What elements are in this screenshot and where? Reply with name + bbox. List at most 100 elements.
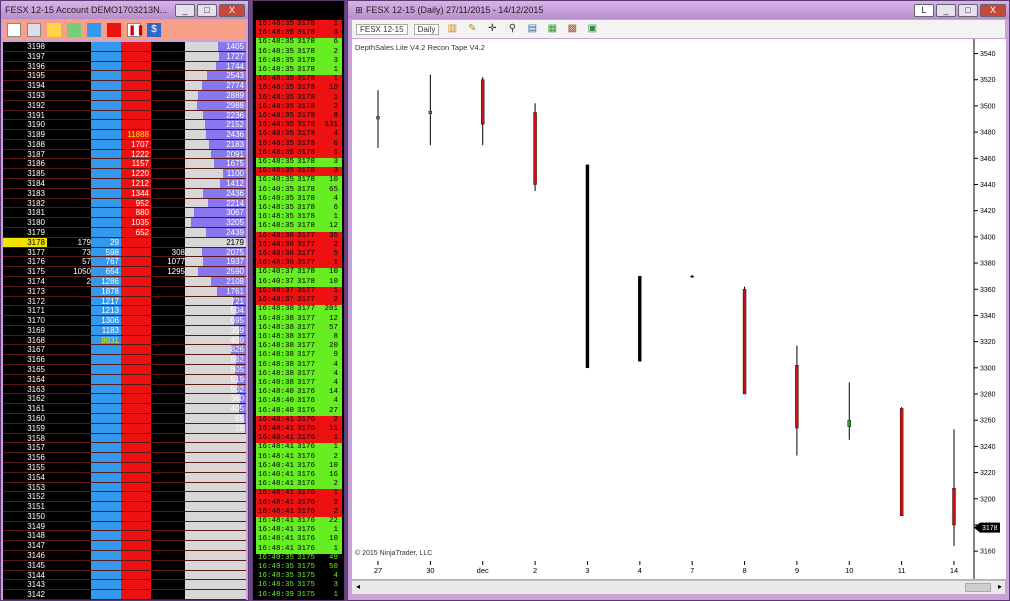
chart-titlebar[interactable]: ⊞ FESX 12-15 (Daily) 27/11/2015 - 14/12/… — [348, 1, 1009, 19]
ladder-row[interactable]: 3154 — [3, 472, 246, 483]
ladder-row[interactable]: 3149 — [3, 521, 246, 532]
dollar-icon[interactable]: $ — [147, 23, 161, 37]
tape-row: 16:48:38 3177 12 — [256, 314, 342, 324]
instrument-select[interactable]: FESX 12-15 — [356, 23, 408, 35]
ladder-row[interactable]: 3191 2236 — [3, 110, 246, 121]
data-box-icon[interactable]: ▣ — [585, 22, 599, 36]
ladder-row[interactable]: 3158 — [3, 433, 246, 444]
ladder-row[interactable]: 3182 952 2214 — [3, 198, 246, 209]
tape-time: 16:48:35 — [258, 29, 295, 38]
ladder-row[interactable]: 3196 1744 — [3, 61, 246, 72]
properties-icon[interactable]: ▤ — [525, 22, 539, 36]
ladder-row[interactable]: 3193 2889 — [3, 90, 246, 101]
ladder-row[interactable]: 3187 1222 2091 — [3, 149, 246, 160]
zoom-icon[interactable]: ⚲ — [505, 22, 519, 36]
ladder-row[interactable]: 3146 — [3, 551, 246, 561]
ladder-row[interactable]: 3170 1306 695 — [3, 316, 246, 326]
copyright-label: © 2015 NinjaTrader, LLC — [355, 550, 433, 557]
ladder-row[interactable]: 3151 — [3, 502, 246, 512]
time-and-sales-list[interactable]: 16:48:35 3178 1 16:48:35 3178 3 16:48:35 3178 6 1… — [256, 20, 342, 600]
ladder-row[interactable]: 3181 880 3067 — [3, 208, 246, 219]
chart-plot[interactable]: DepthSales Lite V4.2 Recon Tape V4.2 27 3… — [352, 39, 1006, 579]
pause-icon[interactable]: ❚❚ — [127, 23, 145, 37]
ladder-row[interactable]: 3163 502 — [3, 384, 246, 395]
ladder-row[interactable]: 3148 — [3, 531, 246, 542]
ladder-row[interactable]: 3164 519 — [3, 374, 246, 385]
ladder-row[interactable]: 3172 1217 721 — [3, 296, 246, 307]
pencil-icon[interactable] — [47, 23, 61, 37]
scroll-right-icon[interactable]: ▸ — [998, 582, 1002, 591]
ladder-row[interactable]: 3183 1344 2436 — [3, 188, 246, 199]
ladder-row[interactable]: 3145 — [3, 560, 246, 571]
chart-minimize-button[interactable]: _ — [936, 3, 956, 17]
tape-quantity: 3 — [333, 158, 338, 167]
l-button[interactable]: L — [914, 3, 934, 17]
ladder-row[interactable]: 3143 — [3, 580, 246, 591]
ladder-row[interactable]: 3147 — [3, 541, 246, 552]
price-chart-svg[interactable]: 27 30 dec 2 3 4 7 8 9 10 11 14 3540 3520 3500 3480 3460 3… — [352, 39, 1006, 579]
ladder-row[interactable]: 3197 1727 — [3, 51, 246, 62]
ladder-row[interactable]: 3156 — [3, 453, 246, 463]
ladder-row[interactable]: 3152 — [3, 492, 246, 503]
dom-ladder[interactable]: 3198 1405 3197 1727 3196 1744 3195 2543 3194 2774… — [3, 42, 246, 600]
tape-row: 16:48:41 3176 2 — [256, 507, 342, 517]
horizontal-scrollbar[interactable]: ◂ ▸ — [352, 580, 1005, 594]
save-icon[interactable] — [27, 23, 41, 37]
tape-quantity: 1 — [333, 544, 338, 553]
ladder-row[interactable]: 3174 2 1286 2108 — [3, 276, 246, 287]
indicator-icon[interactable]: ▦ — [545, 22, 559, 36]
ladder-row[interactable]: 3177 73 598 308 2075 — [3, 247, 246, 258]
ladder-row[interactable]: 3190 2152 — [3, 120, 246, 131]
scroll-thumb[interactable] — [965, 583, 991, 592]
period-select[interactable]: Daily — [413, 23, 440, 35]
chart-close-button[interactable]: X — [980, 3, 1006, 17]
ladder-row[interactable]: 3142 — [3, 590, 246, 600]
bars-icon[interactable]: ▥ — [445, 22, 459, 36]
tape-row: 16:48:35 3178 8 — [256, 112, 342, 122]
ladder-row[interactable]: 3185 1220 1100 — [3, 169, 246, 180]
ladder-row[interactable]: 3192 2988 — [3, 100, 246, 111]
ladder-row[interactable]: 3169 1183 359 — [3, 325, 246, 336]
ladder-row[interactable]: 3194 2774 — [3, 81, 246, 91]
ladder-row[interactable]: 3195 2543 — [3, 71, 246, 82]
tape-titlebar[interactable] — [253, 1, 344, 19]
ladder-row[interactable]: 3167 826 — [3, 345, 246, 356]
crosshair-icon[interactable]: ✛ — [485, 22, 499, 36]
ladder-row[interactable]: 3188 1707 2183 — [3, 139, 246, 150]
ladder-row[interactable]: 3171 1213 504 — [3, 306, 246, 317]
ladder-row[interactable]: 3178179292192179 — [3, 237, 246, 248]
ladder-row[interactable]: 3161 405 — [3, 404, 246, 414]
chart-maximize-button[interactable]: □ — [958, 3, 978, 17]
dom-titlebar[interactable]: FESX 12-15 Account DEMO1703213N... _ □ X — [1, 1, 248, 19]
ladder-row[interactable]: 3166 562 — [3, 355, 246, 366]
grid-icon[interactable] — [7, 23, 21, 37]
ladder-row[interactable]: 3144 — [3, 570, 246, 581]
ladder-row[interactable]: 3175 1050 654 1295 2590 — [3, 267, 246, 277]
maximize-button[interactable]: □ — [197, 3, 217, 17]
ladder-row[interactable]: 3155 — [3, 462, 246, 473]
ladder-row[interactable]: 3173 1878 1761 — [3, 286, 246, 297]
ladder-row[interactable]: 3180 1035 3205 — [3, 218, 246, 228]
ladder-row[interactable]: 3184 1212 1412 — [3, 179, 246, 189]
ladder-row[interactable]: 3150 — [3, 511, 246, 522]
ladder-row[interactable]: 3162 360 — [3, 394, 246, 405]
chart-icon[interactable] — [67, 23, 81, 37]
minimize-button[interactable]: _ — [175, 3, 195, 17]
ladder-row[interactable]: 3157 — [3, 443, 246, 454]
ladder-row[interactable]: 3168 9931 409 — [3, 335, 246, 346]
red-order-icon[interactable] — [107, 23, 121, 37]
ladder-row[interactable]: 3179 652 2439 — [3, 228, 246, 238]
ladder-row[interactable]: 3159 29 — [3, 423, 246, 434]
draw-pencil-icon[interactable]: ✎ — [465, 22, 479, 36]
ladder-row[interactable]: 3153 — [3, 482, 246, 493]
ladder-row[interactable]: 3165 605 — [3, 365, 246, 375]
ladder-row[interactable]: 3189 11888 2436 — [3, 130, 246, 140]
strategy-icon[interactable]: ▩ — [565, 22, 579, 36]
scroll-left-icon[interactable]: ◂ — [356, 582, 360, 591]
ladder-row[interactable]: 3198 1405 — [3, 42, 246, 52]
close-button[interactable]: X — [219, 3, 245, 17]
ladder-row[interactable]: 3176 57 767 1077 1937 — [3, 257, 246, 268]
ladder-row[interactable]: 3186 1157 1675 — [3, 159, 246, 170]
ladder-row[interactable]: 3160 65 — [3, 414, 246, 424]
blue-order-icon[interactable] — [87, 23, 101, 37]
